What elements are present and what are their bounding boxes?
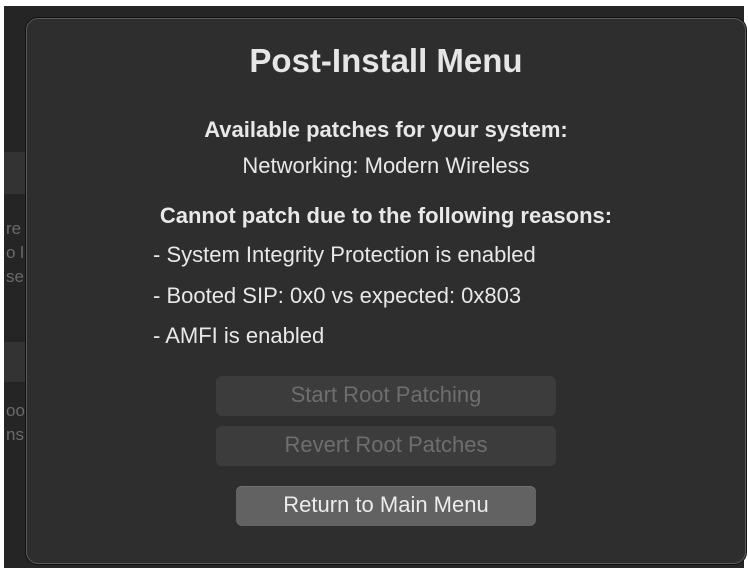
return-to-main-menu-button[interactable]: Return to Main Menu [236,486,536,526]
reason-item: - AMFI is enabled [153,323,325,348]
cannot-patch-heading: Cannot patch due to the following reason… [159,203,613,228]
background-panel-fragment [4,152,26,194]
dialog-title: Post-Install Menu [249,42,523,79]
background-text-fragment: o l [6,243,24,262]
reason-item: - Booted SIP: 0x0 vs expected: 0x803 [153,283,522,308]
reason-item: - System Integrity Protection is enabled [153,242,536,267]
start-root-patching-button[interactable]: Start Root Patching [216,376,556,416]
available-patch-item: Networking: Modern Wireless [242,153,530,178]
background-text-fragment: re [6,219,22,238]
background-text-fragment: ns [6,425,24,444]
background-button-fragment [4,342,26,382]
post-install-menu-dialog: Post-Install Menu Available patches for … [26,18,746,564]
background-text-fragment: se [6,267,24,286]
background-text-fragment: oo [6,401,25,420]
revert-root-patches-button[interactable]: Revert Root Patches [216,426,556,466]
available-patches-heading: Available patches for your system: [204,117,568,142]
